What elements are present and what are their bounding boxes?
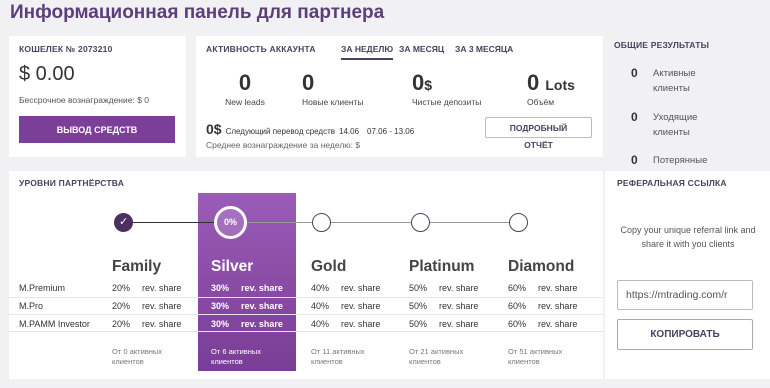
share-cell: 50% rev. share	[409, 283, 479, 293]
share-cell: 30% rev. share	[211, 301, 283, 311]
level-node-silver: 0%	[214, 206, 247, 239]
share-cell: 40% rev. share	[311, 283, 381, 293]
progress-line	[247, 222, 313, 223]
stat-new-clients: 0 Новые клиенты	[302, 70, 378, 107]
progress-line	[132, 222, 214, 223]
level-requirement: От 6 активных клиентов	[211, 347, 262, 366]
progress-line	[331, 222, 412, 223]
perpetual-reward: Бессрочное вознаграждение: $ 0	[19, 95, 150, 105]
level-name-gold: Gold	[311, 258, 347, 275]
share-cell: 20% rev. share	[112, 319, 182, 329]
account-pro: M.Pro	[19, 301, 44, 311]
share-cell: 40% rev. share	[311, 319, 381, 329]
next-transfer-date: 14.06	[339, 127, 360, 136]
stat-volume: 0 Lots Объём	[527, 70, 597, 107]
levels-label: УРОВНИ ПАРТНЁРСТВА	[19, 178, 125, 188]
next-transfer: 0$ Следующий перевод средств 14.06 07.06…	[206, 121, 414, 137]
wallet-amount: $ 0.00	[19, 63, 75, 85]
activity-card: АКТИВНОСТЬ АККАУНТА ЗА НЕДЕЛЮ ЗА МЕСЯЦ З…	[196, 36, 603, 157]
wallet-label: КОШЕЛЕК № 2073210	[19, 44, 113, 54]
stat-net-deposits: 0$ Чистые депозиты	[412, 70, 492, 107]
tab-month[interactable]: ЗА МЕСЯЦ	[399, 44, 444, 54]
share-cell: 50% rev. share	[409, 301, 479, 311]
share-cell: 30% rev. share	[211, 283, 283, 293]
partnership-levels: УРОВНИ ПАРТНЁРСТВА 0% Family Silver Gold…	[9, 171, 603, 379]
share-cell: 20% rev. share	[112, 283, 182, 293]
level-node-diamond	[509, 213, 528, 232]
current-level-highlight	[198, 193, 296, 371]
next-transfer-period: 07.06 - 13.06	[367, 127, 415, 136]
level-node-gold	[312, 213, 331, 232]
account-premium: M.Premium	[19, 283, 66, 293]
referral-link-input[interactable]	[617, 280, 753, 310]
stat-value: 0	[302, 70, 315, 95]
progress-line	[430, 222, 510, 223]
page-title: Информационная панель для партнера	[10, 2, 385, 23]
row-divider	[9, 314, 603, 315]
stat-new-leads: 0 New leads	[220, 70, 270, 107]
overall-count: 0	[631, 110, 638, 124]
stat-label: New leads	[225, 97, 265, 107]
row-divider	[9, 331, 603, 332]
share-cell: 30% rev. share	[211, 319, 283, 329]
stat-value: 0$	[412, 70, 433, 95]
level-requirement: От 21 активных клиентов	[409, 347, 464, 366]
referral-description: Copy your unique referral link and share…	[620, 225, 756, 249]
detailed-report-button[interactable]: ПОДРОБНЫЙ	[485, 117, 592, 138]
share-cell: 60% rev. share	[508, 319, 578, 329]
share-cell: 50% rev. share	[409, 319, 479, 329]
share-cell: 40% rev. share	[311, 301, 381, 311]
stat-label: Объём	[527, 97, 555, 107]
withdraw-button[interactable]: ВЫВОД СРЕДСТВ	[19, 116, 175, 143]
stat-label: Новые клиенты	[302, 97, 364, 107]
overall-text: Уходящие клиенты	[653, 112, 698, 138]
stat-value: 0	[238, 70, 252, 95]
level-name-family: Family	[112, 258, 162, 275]
level-requirement: От 11 активных клиентов	[311, 347, 365, 366]
stat-value: 0 Lots	[527, 70, 575, 95]
share-cell: 60% rev. share	[508, 301, 578, 311]
wallet-card: КОШЕЛЕК № 2073210 $ 0.00 Бессрочное возн…	[9, 36, 186, 157]
next-transfer-amount: 0$	[206, 121, 222, 137]
stat-label: Чистые депозиты	[412, 97, 482, 107]
tab-3-months[interactable]: ЗА 3 МЕСЯЦА	[455, 44, 513, 54]
level-node-family	[114, 213, 133, 232]
detailed-report-button-line2[interactable]: ОТЧЁТ	[485, 140, 592, 150]
overall-count: 0	[631, 153, 638, 167]
average-reward: Среднее вознаграждение за неделю: $	[206, 140, 361, 150]
level-name-diamond: Diamond	[508, 258, 575, 275]
overall-label: ОБЩИЕ РЕЗУЛЬТАТЫ	[614, 40, 710, 50]
overall-count: 0	[631, 66, 638, 80]
copy-button[interactable]: КОПИРОВАТЬ	[617, 319, 753, 350]
level-node-platinum	[411, 213, 430, 232]
activity-label: АКТИВНОСТЬ АККАУНТА	[206, 44, 316, 54]
referral-card: РЕФЕРАЛЬНАЯ ССЫЛКА Copy your unique refe…	[605, 171, 770, 379]
row-divider	[9, 297, 603, 298]
overall-text: Активные клиенты	[653, 68, 696, 94]
overall-results: ОБЩИЕ РЕЗУЛЬТАТЫ 0 Активные клиенты 0 Ух…	[605, 36, 770, 167]
level-name-platinum: Platinum	[409, 258, 475, 275]
overall-text: Потерянные	[653, 155, 708, 166]
tab-week[interactable]: ЗА НЕДЕЛЮ	[341, 44, 394, 60]
level-requirement: От 0 активных клиентов	[112, 347, 163, 366]
share-cell: 60% rev. share	[508, 283, 578, 293]
level-name-silver: Silver	[211, 258, 254, 275]
share-cell: 20% rev. share	[112, 301, 182, 311]
level-requirement: От 51 активных клиентов	[508, 347, 563, 366]
referral-label: РЕФЕРАЛЬНАЯ ССЫЛКА	[617, 178, 727, 188]
account-pamm: M.PAMM Investor	[19, 319, 90, 329]
next-transfer-label: Следующий перевод средств	[225, 127, 336, 136]
